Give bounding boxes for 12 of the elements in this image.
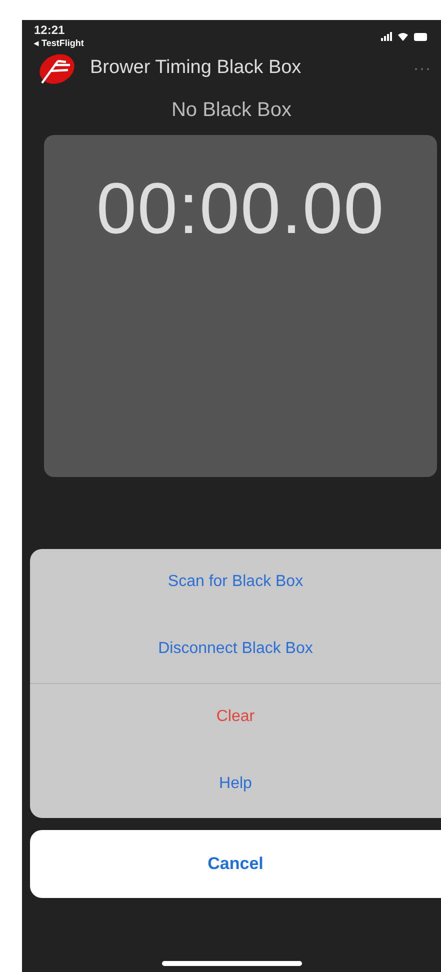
action-button[interactable]: Scan for Black Box	[30, 548, 441, 616]
action-button[interactable]: Clear	[30, 684, 441, 751]
cancel-button[interactable]: Cancel	[30, 830, 441, 898]
timer-display: 00:00.00	[95, 168, 386, 251]
action-button[interactable]: Disconnect Black Box	[30, 616, 441, 683]
status-time: 12:21	[34, 24, 66, 38]
status-icons	[379, 30, 429, 42]
back-link[interactable]: ◂ TestFlight	[34, 37, 84, 51]
app-title: Brower Timing Black Box	[90, 56, 302, 80]
connection-status: No Black Box	[170, 98, 293, 123]
action-button[interactable]: Help	[30, 750, 441, 818]
more-button[interactable]: ···	[413, 55, 431, 82]
